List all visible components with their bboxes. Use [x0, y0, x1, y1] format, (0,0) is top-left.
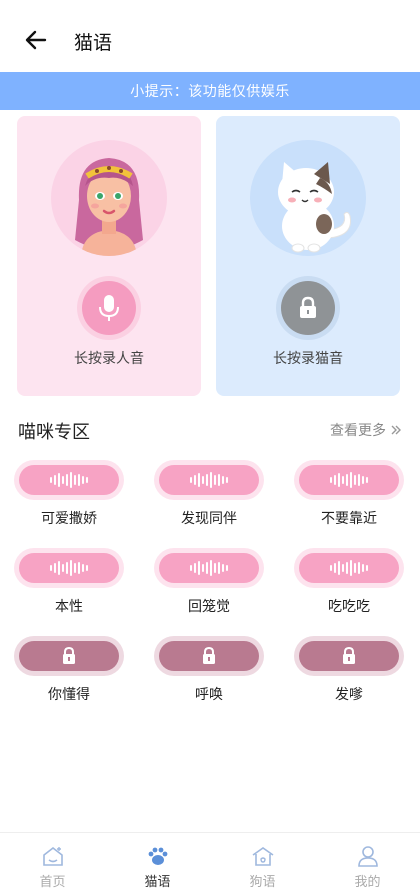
- tab-home[interactable]: 首页: [0, 833, 105, 896]
- app-header: 猫语: [0, 0, 420, 72]
- record-cat-label: 长按录猫音: [273, 351, 343, 367]
- lock-icon: [63, 647, 75, 664]
- tab-dog-language-label: 狗语: [249, 875, 276, 890]
- back-button[interactable]: [22, 26, 50, 54]
- sound-label: 本性: [55, 599, 83, 615]
- home-icon: [42, 846, 63, 866]
- tab-profile-label: 我的: [354, 875, 381, 890]
- sound-item[interactable]: 不要靠近: [294, 460, 404, 530]
- locked-sound-button[interactable]: [14, 636, 124, 676]
- sound-item[interactable]: 本性: [14, 548, 124, 618]
- sound-wave-icon: [330, 560, 368, 576]
- sound-label: 发现同伴: [181, 511, 237, 527]
- cat-record-card: 长按录猫音: [216, 116, 400, 396]
- record-human-label: 长按录人音: [74, 351, 144, 367]
- tab-profile[interactable]: 我的: [315, 833, 420, 896]
- sound-wave-icon: [50, 560, 88, 576]
- sound-label: 可爱撒娇: [41, 511, 97, 527]
- lock-icon: [300, 296, 316, 318]
- tab-dog-language[interactable]: 狗语: [210, 833, 315, 896]
- microphone-icon: [99, 295, 119, 321]
- sound-wave-icon: [190, 472, 228, 488]
- human-record-card: 长按录人音: [17, 116, 201, 396]
- sound-item[interactable]: 回笼觉: [154, 548, 264, 618]
- sound-item[interactable]: 你懂得: [14, 636, 124, 706]
- section-title: 喵咪专区: [18, 422, 90, 443]
- double-chevron-right-icon: [391, 425, 401, 435]
- sound-item[interactable]: 发现同伴: [154, 460, 264, 530]
- dog-house-icon: [252, 847, 273, 866]
- play-sound-button[interactable]: [294, 548, 404, 588]
- sound-label: 发嗲: [335, 687, 363, 703]
- locked-sound-button[interactable]: [294, 636, 404, 676]
- page-title: 猫语: [74, 32, 113, 54]
- play-sound-button[interactable]: [14, 548, 124, 588]
- sound-item[interactable]: 可爱撒娇: [14, 460, 124, 530]
- cat-avatar-illustration: [250, 140, 366, 256]
- sound-wave-icon: [50, 472, 88, 488]
- play-sound-button[interactable]: [294, 460, 404, 500]
- bottom-tab-bar: 首页 猫语 狗语 我的: [0, 832, 420, 896]
- tip-banner: 小提示：该功能仅供娱乐: [0, 72, 420, 110]
- paw-icon: [148, 847, 167, 865]
- tab-cat-language[interactable]: 猫语: [105, 833, 210, 896]
- locked-sound-button[interactable]: [154, 636, 264, 676]
- see-more-label: 查看更多: [330, 423, 386, 439]
- user-icon: [357, 846, 378, 867]
- sound-label: 回笼觉: [188, 599, 230, 615]
- see-more-link[interactable]: 查看更多: [330, 420, 402, 440]
- sound-wave-icon: [330, 472, 368, 488]
- sound-wave-icon: [190, 560, 228, 576]
- play-sound-button[interactable]: [154, 460, 264, 500]
- sound-item[interactable]: 吃吃吃: [294, 548, 404, 618]
- sound-label: 你懂得: [48, 687, 90, 703]
- play-sound-button[interactable]: [14, 460, 124, 500]
- sound-label: 呼唤: [195, 687, 223, 703]
- tab-cat-language-label: 猫语: [144, 875, 171, 890]
- tab-home-label: 首页: [39, 875, 66, 890]
- back-arrow-icon: [25, 30, 47, 50]
- record-cat-button[interactable]: [276, 276, 340, 340]
- record-human-button[interactable]: [77, 276, 141, 340]
- lock-icon: [203, 647, 215, 664]
- girl-avatar-illustration: [51, 140, 167, 256]
- play-sound-button[interactable]: [154, 548, 264, 588]
- sound-item[interactable]: 发嗲: [294, 636, 404, 706]
- sound-label: 吃吃吃: [328, 599, 370, 615]
- sound-item[interactable]: 呼唤: [154, 636, 264, 706]
- lock-icon: [343, 647, 355, 664]
- sound-label: 不要靠近: [321, 511, 377, 527]
